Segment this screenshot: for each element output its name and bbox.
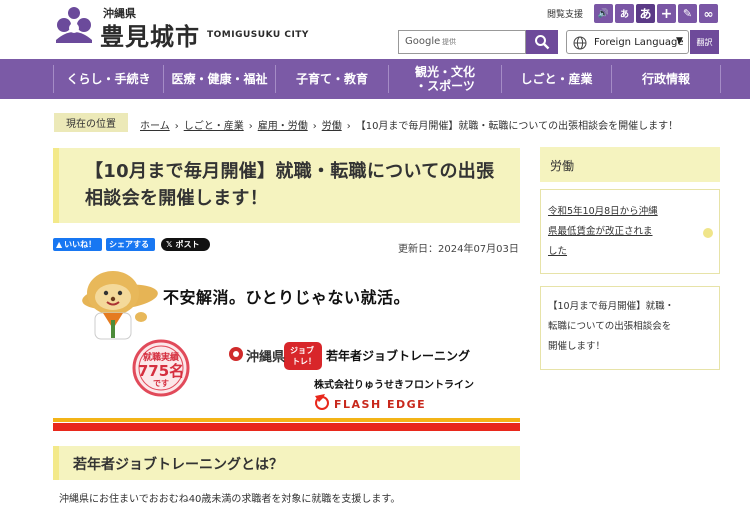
plus-icon: + [660, 5, 673, 22]
global-nav: くらし・手続き 医療・健康・福祉 子育て・教育 観光・文化 ・スポーツ しごと・… [0, 59, 750, 99]
section-heading: 若年者ジョブトレーニングとは？ [73, 457, 283, 473]
sidebar-current-line: 開催します！ [548, 341, 606, 352]
sidebar-item-current: 【10月まで毎月開催】就職・ 転職についての出張相談会を 開催します！ [540, 286, 720, 370]
facebook-like-button[interactable]: ▲ いいね！ [53, 238, 102, 251]
search-button[interactable] [526, 30, 558, 54]
arrow-right-icon [703, 228, 713, 238]
jobtore-tag-line2: トレ！ [292, 357, 316, 366]
partner-name: FLASH EDGE [334, 398, 427, 411]
logo-city-name: 豊見城市 [100, 22, 200, 51]
jobtore-tag-line1: ジョブ [290, 346, 314, 355]
breadcrumb: ホーム › しごと・産業 › 雇用・労働 › 労働 › 【10月まで毎月開催】就職・転職について… [140, 121, 679, 132]
event-banner-image: 不安解消。ひとりじゃない就活。 就職実績 775名 です 沖縄県 ジョブ トレ！… [53, 265, 520, 431]
company-name: 株式会社りゅうせきフロントライン [314, 380, 474, 391]
program-name: 若年者ジョブトレーニング [326, 349, 471, 363]
sidebar-current-line: 転職についての出張相談会を [548, 321, 672, 332]
badge-suffix: です [153, 379, 169, 388]
chevron-down-icon: ▼ [676, 36, 683, 46]
font-size-large-button[interactable]: あ [636, 4, 655, 23]
zoom-in-button[interactable]: + [657, 4, 676, 23]
banner-catchphrase: 不安解消。ひとりじゃない就活。 [163, 288, 411, 307]
sidebar-link-line: 令和5年10月8日から沖縄 [548, 206, 658, 217]
nav-item-work[interactable]: しごと・産業 [502, 59, 611, 99]
search-provider-suffix: 提供 [442, 38, 456, 46]
sidebar-heading-box: 労働 [540, 147, 720, 182]
page-title: 【10月まで毎月開催】就職・転職についての出張相談会を開催します！ [85, 161, 495, 209]
search-input[interactable]: Google 提供 [398, 30, 526, 54]
accessibility-label: 閲覧支援 [547, 10, 584, 20]
translate-button[interactable]: 翻訳 [690, 30, 719, 54]
city-emblem-icon [56, 7, 92, 43]
breadcrumb-link[interactable]: 雇用・労働 [258, 121, 308, 132]
read-aloud-button[interactable]: 🔊 [594, 4, 613, 23]
search-icon [535, 35, 550, 50]
like-label: いいね！ [64, 240, 97, 249]
nav-item-health[interactable]: 医療・健康・福祉 [164, 59, 275, 99]
nav-item-tourism[interactable]: 観光・文化 ・スポーツ [389, 59, 501, 99]
sidebar-link-line: した [548, 246, 568, 257]
share-label: シェアする [109, 240, 149, 249]
pen-icon: ✎ [682, 7, 693, 20]
page-title-box: 【10月まで毎月開催】就職・転職についての出張相談会を開催します！ [53, 148, 520, 223]
x-logo-icon: 𝕏 [166, 240, 173, 249]
speaker-icon: 🔊 [597, 8, 610, 19]
nav-item-childcare[interactable]: 子育て・教育 [276, 59, 388, 99]
breadcrumb-link[interactable]: 労働 [322, 121, 342, 132]
sidebar-link-minimum-wage[interactable]: 令和5年10月8日から沖縄 県最低賃金が改正されま した [540, 189, 720, 274]
breadcrumb-link[interactable]: しごと・産業 [184, 121, 244, 132]
sidebar-current-line: 【10月まで毎月開催】就職・ [548, 301, 675, 312]
font-large-icon: あ [639, 7, 652, 21]
font-size-small-button[interactable]: あ [615, 4, 634, 23]
font-small-icon: あ [619, 10, 629, 20]
section-heading-box: 若年者ジョブトレーニングとは？ [53, 446, 520, 480]
logo-english-name: TOMIGUSUKU CITY [207, 30, 309, 40]
thumbs-up-icon: ▲ [56, 240, 63, 249]
sidebar-link-line: 県最低賃金が改正されま [548, 226, 653, 237]
breadcrumb-current: 【10月まで毎月開催】就職・転職についての出張相談会を開催します！ [355, 121, 679, 132]
nav-item-living[interactable]: くらし・手続き [54, 59, 163, 99]
site-header: 沖縄県 豊見城市 TOMIGUSUKU CITY 閲覧支援 🔊 あ あ + ✎ … [0, 0, 750, 58]
nav-divider [720, 65, 721, 93]
body-paragraph: 沖縄県にお住まいでおおむね40歳未満の求職者を対象に就職を支援します。 [59, 494, 401, 505]
updated-date: 更新日：2024年07月03日 [398, 244, 519, 255]
site-logo[interactable]: 沖縄県 豊見城市 TOMIGUSUKU CITY [52, 4, 312, 51]
language-select[interactable]: Foreign Language ▼ [566, 30, 689, 54]
ruby-button[interactable]: ∞ [699, 4, 718, 23]
nav-item-administration[interactable]: 行政情報 [612, 59, 720, 99]
breadcrumb-link[interactable]: ホーム [140, 121, 170, 132]
sidebar-heading: 労働 [550, 159, 575, 173]
google-brand: Google [405, 36, 441, 47]
globe-icon [573, 36, 587, 50]
org-okinawa: 沖縄県 [246, 350, 286, 365]
language-select-label: Foreign Language [594, 37, 684, 48]
x-post-button[interactable]: 𝕏 ポスト [161, 238, 210, 251]
color-change-button[interactable]: ✎ [678, 4, 697, 23]
post-label: ポスト [175, 240, 200, 249]
facebook-share-button[interactable]: シェアする [106, 238, 155, 251]
breadcrumb-label: 現在の位置 [54, 113, 128, 132]
glasses-icon: ∞ [703, 6, 714, 21]
